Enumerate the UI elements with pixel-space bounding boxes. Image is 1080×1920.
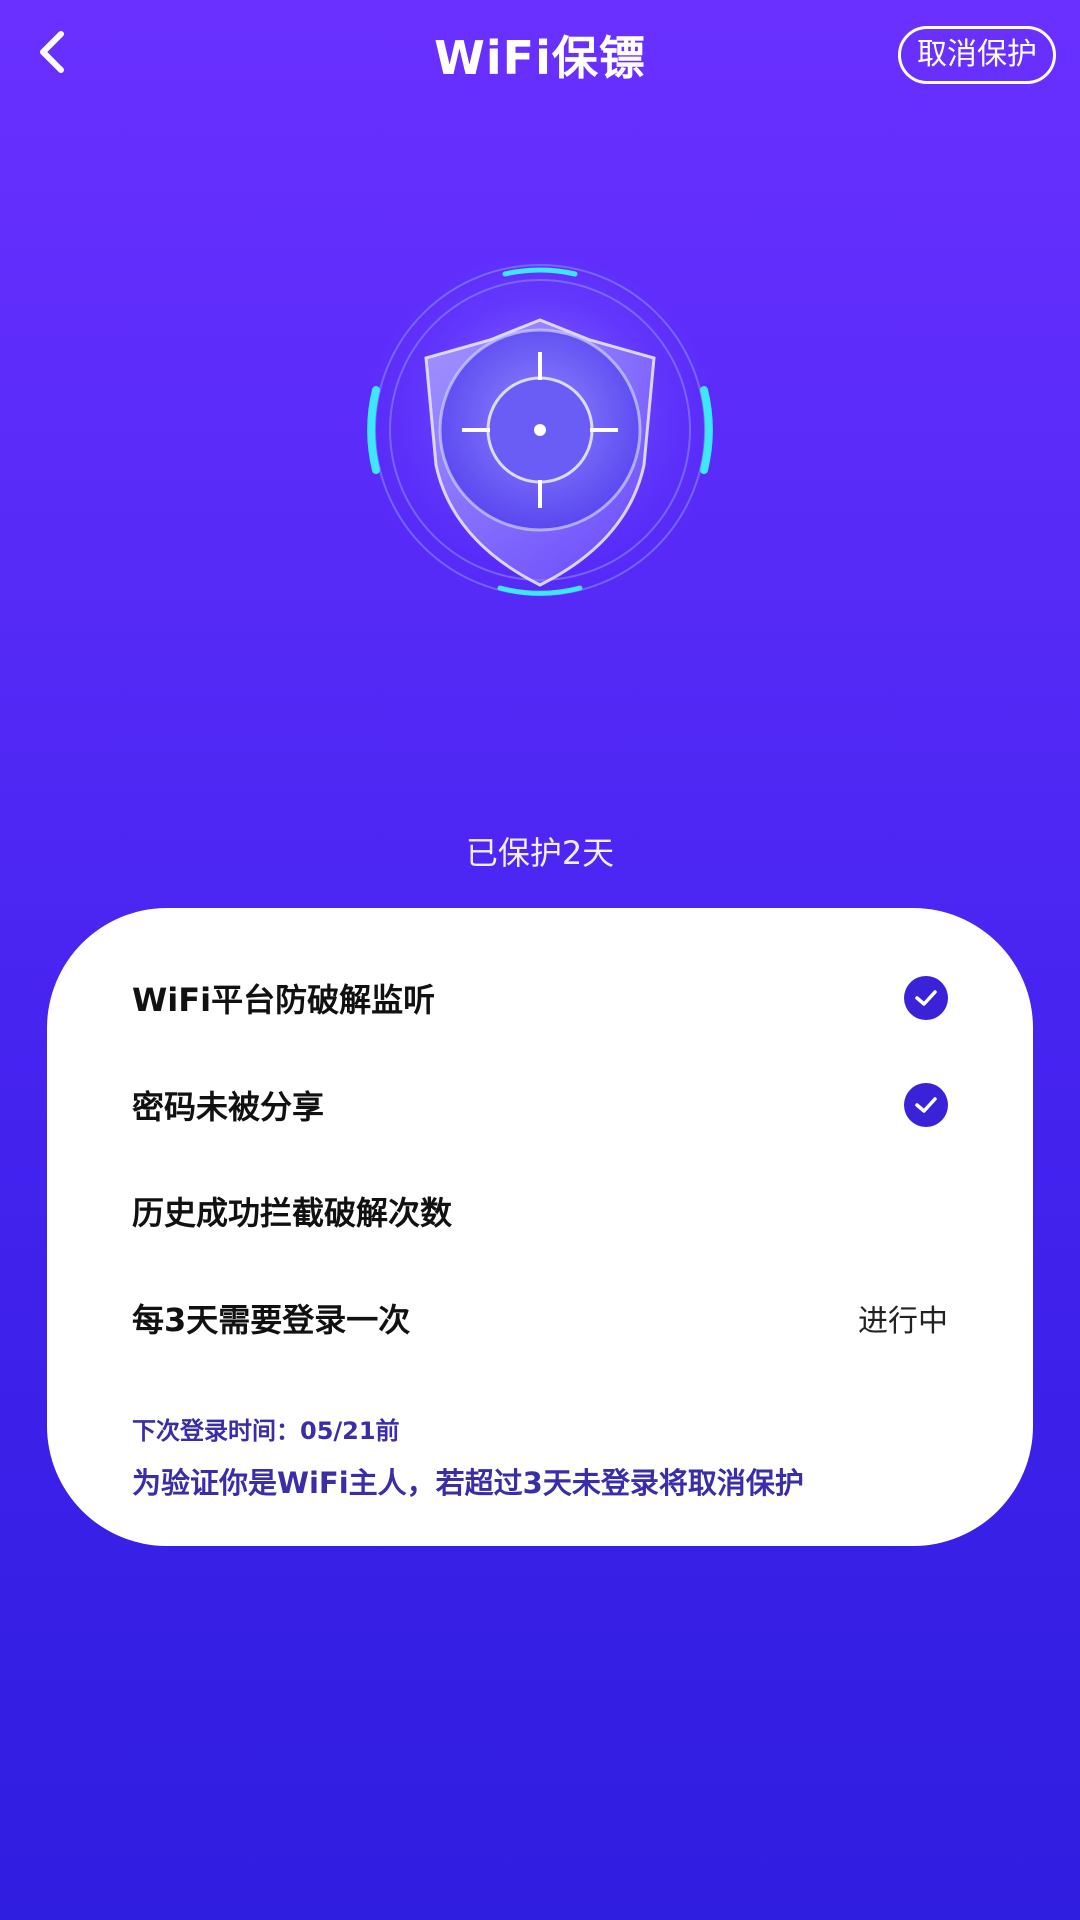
- shield-crosshair-icon: [340, 255, 740, 620]
- status-row-label: 密码未被分享: [132, 1088, 325, 1126]
- status-row-label: WiFi平台防破解监听: [132, 981, 436, 1019]
- status-row-label: 每3天需要登录一次: [132, 1301, 411, 1339]
- status-row-login-every-3-days: 每3天需要登录一次 进行中: [132, 1288, 948, 1348]
- next-login-time: 下次登录时间：05/21前: [132, 1417, 400, 1445]
- check-circle-icon: [904, 1083, 948, 1127]
- check-circle-icon: [904, 976, 948, 1020]
- status-row-label: 历史成功拦截破解次数: [132, 1194, 453, 1232]
- protection-status-card: WiFi平台防破解监听 密码未被分享 历史成功拦截破解次数 每3天需要登录一次 …: [47, 908, 1033, 1546]
- cancel-protection-button[interactable]: 取消保护: [898, 26, 1056, 84]
- status-row-anti-crack: WiFi平台防破解监听: [132, 968, 948, 1028]
- protected-days-text: 已保护2天: [465, 834, 615, 872]
- protection-notice: 为验证你是WiFi主人，若超过3天未登录将取消保护: [132, 1466, 804, 1500]
- status-row-intercept-count: 历史成功拦截破解次数: [132, 1181, 948, 1241]
- status-row-value: 进行中: [858, 1304, 948, 1339]
- top-bar: WiFi保镖 取消保护: [0, 0, 1080, 110]
- status-row-password-not-shared: 密码未被分享: [132, 1075, 948, 1135]
